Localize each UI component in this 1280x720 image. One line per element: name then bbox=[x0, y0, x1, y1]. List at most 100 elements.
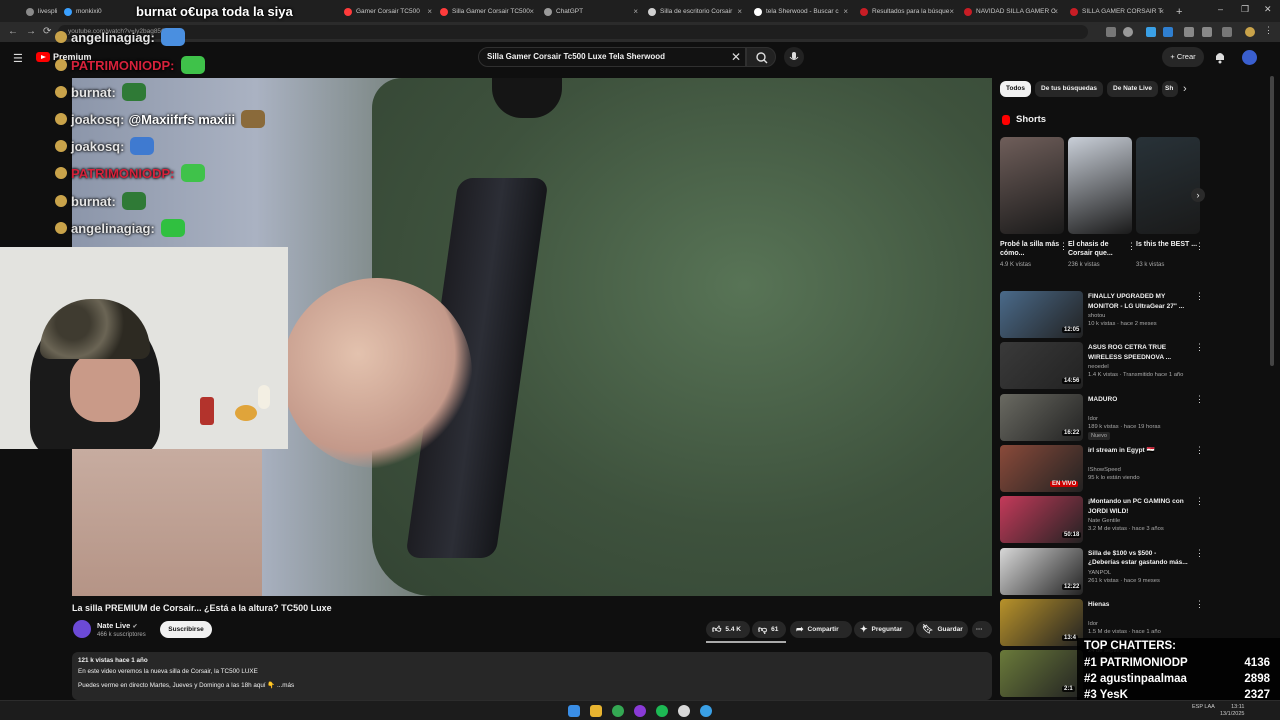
recommended-channel: IShowSpeed bbox=[1088, 466, 1121, 473]
short-title: Probé la silla más cómo... bbox=[1000, 241, 1060, 257]
recommended-meta: 95 k lo están viendo bbox=[1088, 474, 1140, 481]
tab-close-icon[interactable]: × bbox=[737, 7, 742, 16]
tab-close-icon[interactable]: × bbox=[949, 7, 954, 16]
video-description[interactable]: 121 k vistas hace 1 año En este video ve… bbox=[72, 652, 992, 700]
recommended-video[interactable]: 16:22 MADURO Idor 189 k vistas · hace 19 ho… bbox=[1000, 393, 1204, 442]
chat-badge-icon bbox=[55, 222, 67, 234]
tab-close-icon[interactable]: × bbox=[1053, 7, 1058, 16]
scrollbar[interactable] bbox=[1270, 76, 1274, 366]
notifications-bell-icon[interactable] bbox=[1213, 50, 1227, 64]
more-options-icon[interactable]: ⋮ bbox=[1059, 241, 1068, 252]
browser-tab[interactable]: Silla Gamer Corsair TC500 × bbox=[436, 3, 536, 20]
more-options-icon[interactable]: ⋮ bbox=[1195, 548, 1204, 559]
new-tab-button[interactable]: + bbox=[1172, 3, 1186, 20]
cast-icon[interactable] bbox=[1106, 27, 1116, 37]
chip-shorts[interactable]: Sh bbox=[1162, 81, 1178, 97]
browser-menu-icon[interactable]: ⋮ bbox=[1264, 25, 1274, 35]
tab-favicon-icon bbox=[964, 7, 972, 16]
chip-from-searches[interactable]: De tus búsquedas bbox=[1035, 81, 1103, 97]
extension-icon[interactable] bbox=[1163, 27, 1173, 37]
file-explorer-icon[interactable] bbox=[590, 705, 602, 717]
clear-search-icon[interactable]: ✕ bbox=[731, 50, 741, 64]
hamburger-menu-icon[interactable]: ☰ bbox=[13, 52, 23, 65]
top-chatter-row: #2 agustinpaalmaa 2898 bbox=[1084, 673, 1270, 685]
ask-button[interactable]: ✦ Preguntar bbox=[854, 621, 914, 638]
tab-label: SILLA GAMER CORSAIR T bbox=[1082, 8, 1163, 15]
chip-from-channel[interactable]: De Nate Live bbox=[1107, 81, 1159, 97]
extensions-puzzle-icon[interactable] bbox=[1184, 27, 1194, 37]
subscriber-count: 466 k suscriptores bbox=[97, 632, 146, 638]
recommended-video[interactable]: 12:05 FINALLY UPGRADED MY MONITOR - LG Ul… bbox=[1000, 291, 1204, 339]
channel-name[interactable]: Nate Live ✔ bbox=[97, 621, 137, 630]
settings-icon[interactable] bbox=[678, 705, 690, 717]
more-options-icon[interactable]: ⋮ bbox=[1195, 496, 1204, 507]
browser-tab[interactable]: Resultados para la búsque × bbox=[856, 3, 956, 20]
account-avatar[interactable] bbox=[1242, 50, 1257, 65]
short-card[interactable]: Probé la silla más cómo... 4.9 K vistas ⋮ bbox=[1000, 137, 1068, 268]
browser-tab[interactable]: Silla de escritorio Corsair × bbox=[644, 3, 744, 20]
minimize-button[interactable]: – bbox=[1218, 4, 1223, 14]
dislike-button[interactable]: 👎︎ 61 bbox=[752, 621, 786, 638]
app-icon[interactable] bbox=[634, 705, 646, 717]
recommended-video[interactable]: EN VIVO irl stream in Egypt 🇪🇬 IShowSpeed 9… bbox=[1000, 444, 1204, 493]
more-options-icon[interactable]: ⋮ bbox=[1195, 342, 1204, 353]
forward-button[interactable]: → bbox=[26, 26, 36, 37]
chip-all[interactable]: Todos bbox=[1000, 81, 1032, 97]
more-options-icon[interactable]: ⋮ bbox=[1195, 394, 1204, 405]
browser-tab[interactable]: SILLA GAMER CORSAIR T × bbox=[1066, 3, 1166, 20]
maximize-button[interactable]: ❐ bbox=[1241, 4, 1249, 15]
tab-close-icon[interactable]: × bbox=[427, 7, 432, 16]
browser-tab[interactable]: ChatGPT × bbox=[540, 3, 640, 20]
sidebar-icon[interactable] bbox=[1202, 27, 1212, 37]
spotify-icon[interactable] bbox=[656, 705, 668, 717]
more-options-icon[interactable]: ⋮ bbox=[1195, 445, 1204, 456]
close-window-button[interactable]: ✕ bbox=[1264, 4, 1272, 15]
short-title: El chasis de Corsair que... bbox=[1068, 241, 1113, 257]
back-button[interactable]: ← bbox=[8, 26, 18, 37]
short-card[interactable]: El chasis de Corsair que... 236 k vistas ⋮ bbox=[1068, 137, 1136, 268]
reload-button[interactable]: ⟳ bbox=[43, 26, 51, 37]
more-actions-button[interactable]: ··· bbox=[972, 621, 992, 638]
more-options-icon[interactable]: ⋮ bbox=[1127, 241, 1136, 252]
recommended-video[interactable]: 12:22 Silla de $100 vs $500 - ¿Deberías e… bbox=[1000, 547, 1204, 596]
shorts-next-button[interactable]: › bbox=[1191, 188, 1205, 202]
tab-close-icon[interactable]: × bbox=[633, 7, 638, 16]
chrome-icon[interactable] bbox=[612, 705, 624, 717]
subscribe-button[interactable]: Suscribirse bbox=[160, 621, 212, 638]
save-button[interactable]: 🔖︎ Guardar bbox=[916, 621, 968, 638]
short-card[interactable]: Is this the BEST ... 33 k vistas ⋮ bbox=[1136, 137, 1204, 268]
search-button[interactable] bbox=[746, 47, 776, 67]
voice-search-button[interactable] bbox=[784, 47, 804, 67]
bookmark-star-icon[interactable] bbox=[1123, 27, 1133, 37]
system-clock[interactable]: 13:11 13/1/2025 bbox=[1220, 704, 1244, 718]
browser-tab[interactable]: tela Sherwood - Buscar c × bbox=[750, 3, 850, 20]
search-input[interactable]: Silla Gamer Corsair Tc500 Luxe Tela Sher… bbox=[478, 47, 746, 67]
streamer-cap bbox=[40, 299, 150, 359]
tab-close-icon[interactable]: × bbox=[529, 7, 534, 16]
extension-icon[interactable] bbox=[1146, 27, 1156, 37]
tab-favicon-icon bbox=[26, 7, 34, 16]
windows-start-icon[interactable] bbox=[568, 705, 580, 717]
more-options-icon[interactable]: ⋮ bbox=[1195, 291, 1204, 302]
browser-tab[interactable]: NAVIDAD SILLA GAMER C × bbox=[960, 3, 1060, 20]
chat-top-overlay: burnat o€upa toda la siya bbox=[136, 4, 293, 19]
like-button[interactable]: 👍︎ 5.4 K bbox=[706, 621, 750, 638]
top-chatters-title: TOP CHATTERS: bbox=[1084, 640, 1177, 652]
tab-close-icon[interactable]: × bbox=[843, 7, 848, 16]
short-views: 33 k vistas bbox=[1136, 262, 1165, 268]
more-options-icon[interactable]: ⋮ bbox=[1195, 241, 1204, 252]
steam-icon[interactable] bbox=[700, 705, 712, 717]
tab-label: ChatGPT bbox=[556, 8, 584, 15]
chat-message: joakosq: @Maxiifrfs maxiii bbox=[55, 110, 266, 128]
more-options-icon[interactable]: ⋮ bbox=[1195, 599, 1204, 610]
share-button[interactable]: ➦ Compartir bbox=[790, 621, 852, 638]
recommended-video[interactable]: 50:18 ¡Montando un PC GAMING con JORDI WI… bbox=[1000, 496, 1204, 544]
profile-avatar[interactable] bbox=[1245, 27, 1255, 37]
language-indicator[interactable]: ESP LAA bbox=[1192, 704, 1215, 711]
channel-avatar[interactable] bbox=[73, 620, 91, 638]
create-button[interactable]: + Crear bbox=[1162, 47, 1204, 67]
recommended-video[interactable]: 14:56 ASUS ROG CETRA TRUE WIRELESS SPEEDN… bbox=[1000, 342, 1204, 390]
chevron-right-icon[interactable]: › bbox=[1183, 83, 1187, 95]
tab-close-icon[interactable]: × bbox=[1159, 7, 1164, 16]
download-icon[interactable] bbox=[1222, 27, 1232, 37]
